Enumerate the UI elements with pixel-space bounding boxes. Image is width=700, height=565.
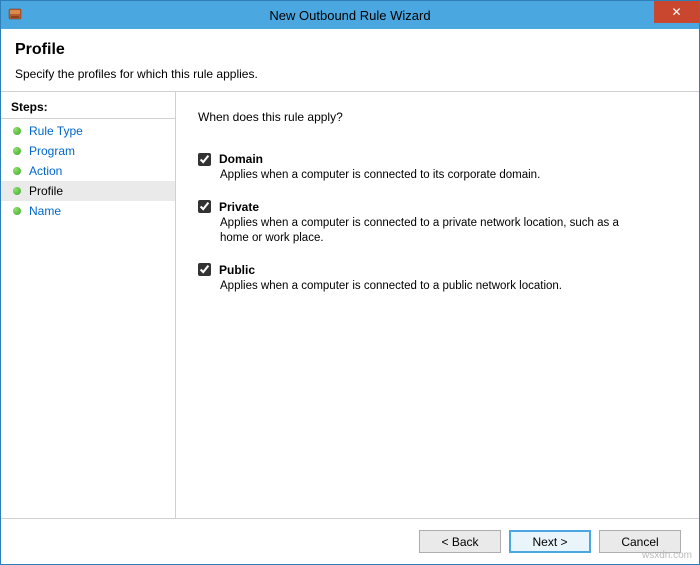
bullet-icon — [13, 147, 21, 155]
step-rule-type[interactable]: Rule Type — [1, 121, 175, 141]
bullet-icon — [13, 167, 21, 175]
public-label: Public — [219, 263, 255, 277]
steps-heading: Steps: — [1, 98, 175, 119]
bullet-icon — [13, 127, 21, 135]
content-question: When does this rule apply? — [198, 110, 677, 124]
step-action[interactable]: Action — [1, 161, 175, 181]
wizard-footer: < Back Next > Cancel — [1, 518, 699, 564]
domain-checkbox[interactable] — [198, 153, 211, 166]
page-title: Profile — [15, 41, 685, 59]
page-subtitle: Specify the profiles for which this rule… — [15, 67, 685, 81]
profile-option-domain: Domain Applies when a computer is connec… — [198, 152, 677, 184]
step-name[interactable]: Name — [1, 201, 175, 221]
window-title: New Outbound Rule Wizard — [1, 8, 699, 23]
close-icon: ✕ — [671, 5, 681, 19]
steps-sidebar: Steps: Rule Type Program Action Profile … — [1, 92, 176, 518]
profile-option-private: Private Applies when a computer is conne… — [198, 200, 677, 247]
step-program[interactable]: Program — [1, 141, 175, 161]
public-description: Applies when a computer is connected to … — [220, 279, 650, 295]
domain-description: Applies when a computer is connected to … — [220, 168, 650, 184]
private-label: Private — [219, 200, 259, 214]
wizard-window: New Outbound Rule Wizard ✕ Profile Speci… — [0, 0, 700, 565]
close-button[interactable]: ✕ — [654, 1, 699, 23]
step-label: Name — [29, 204, 61, 218]
public-checkbox[interactable] — [198, 263, 211, 276]
bullet-icon — [13, 187, 21, 195]
step-profile[interactable]: Profile — [1, 181, 175, 201]
app-icon — [7, 7, 23, 23]
step-label: Rule Type — [29, 124, 83, 138]
wizard-header: Profile Specify the profiles for which t… — [1, 29, 699, 91]
profile-option-public: Public Applies when a computer is connec… — [198, 263, 677, 295]
domain-label: Domain — [219, 152, 263, 166]
bullet-icon — [13, 207, 21, 215]
step-label: Program — [29, 144, 75, 158]
private-description: Applies when a computer is connected to … — [220, 216, 650, 247]
wizard-content: When does this rule apply? Domain Applie… — [176, 92, 699, 518]
wizard-body: Steps: Rule Type Program Action Profile … — [1, 92, 699, 518]
step-label: Action — [29, 164, 62, 178]
back-button[interactable]: < Back — [419, 530, 501, 553]
cancel-button[interactable]: Cancel — [599, 530, 681, 553]
titlebar: New Outbound Rule Wizard ✕ — [1, 1, 699, 29]
step-label: Profile — [29, 184, 63, 198]
private-checkbox[interactable] — [198, 200, 211, 213]
next-button[interactable]: Next > — [509, 530, 591, 553]
